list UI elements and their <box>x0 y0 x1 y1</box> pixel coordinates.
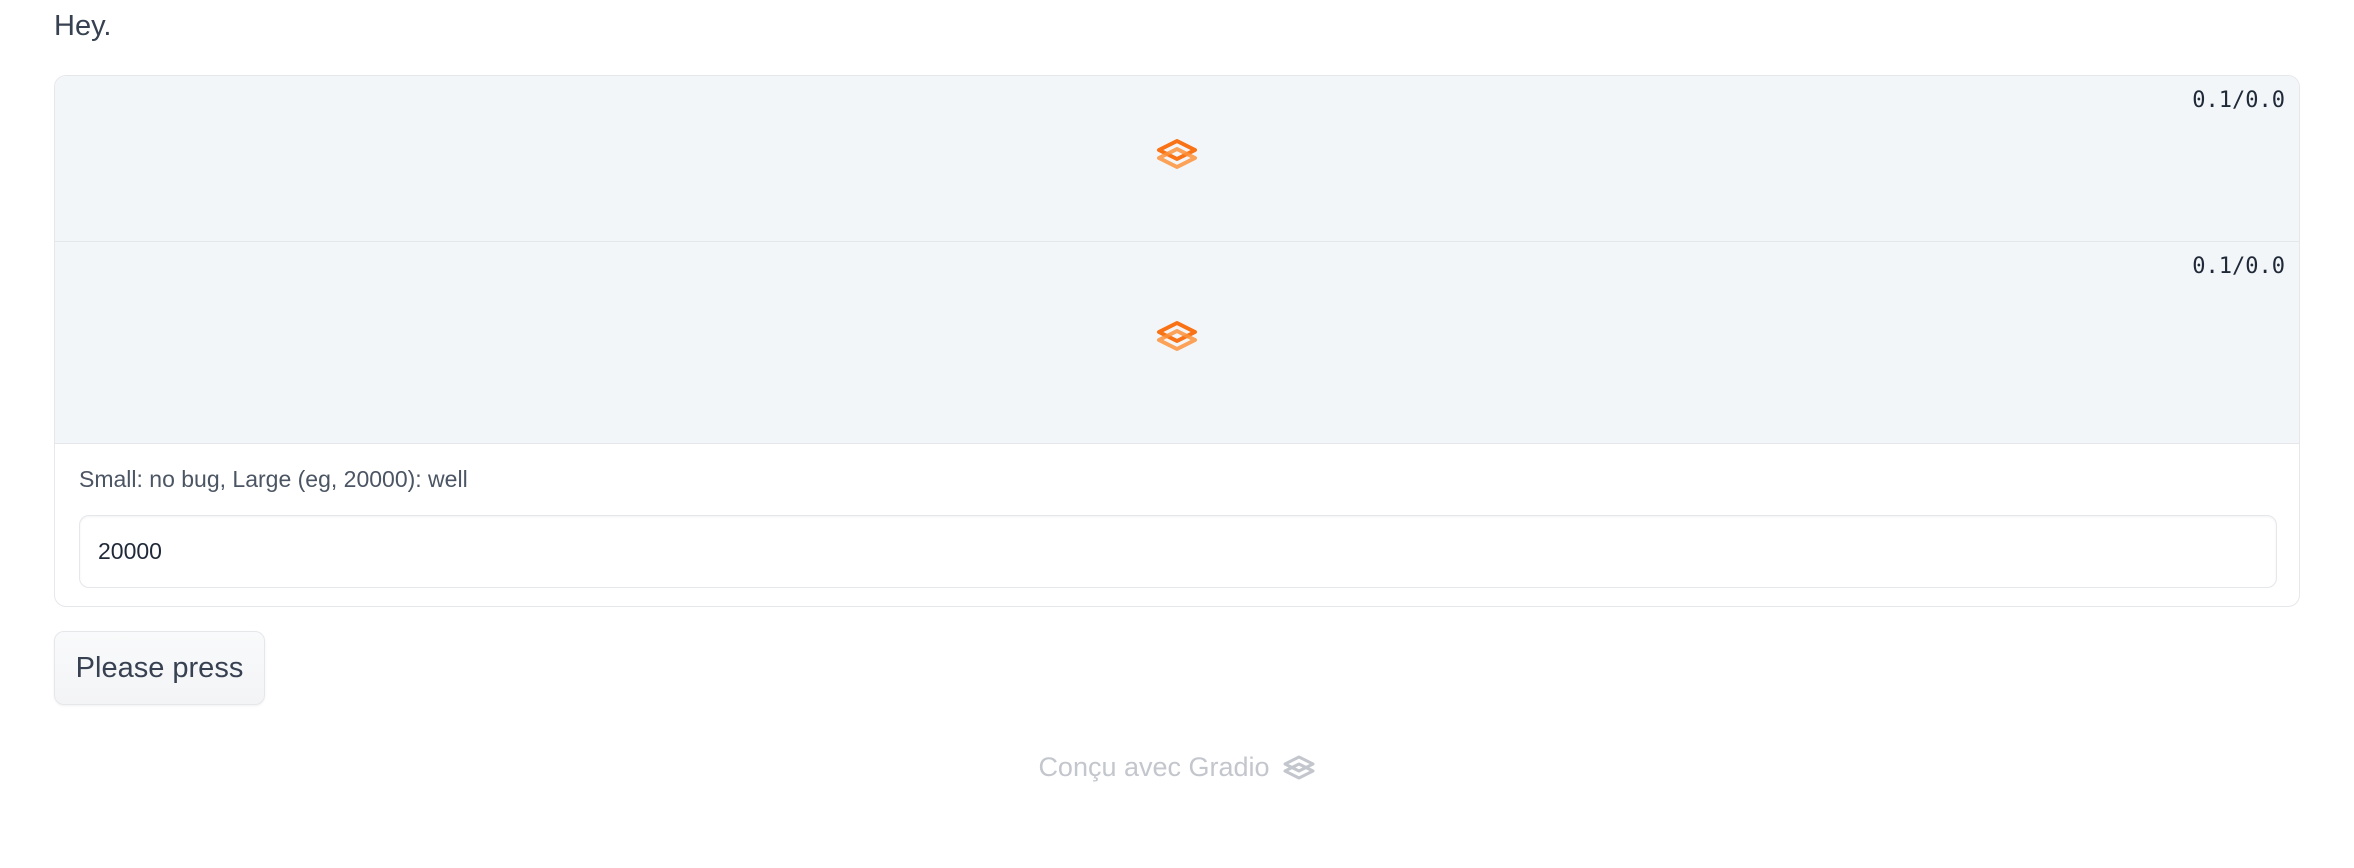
footer: Conçu avec Gradio <box>0 752 2354 783</box>
please-press-button[interactable]: Please press <box>54 631 265 705</box>
progress-text-1: 0.1/0.0 <box>2192 88 2285 113</box>
gradio-loader-icon <box>1157 139 1197 169</box>
footer-text[interactable]: Conçu avec Gradio <box>1038 752 1269 783</box>
main-panel: 0.1/0.0 0.1/0.0 Small: no bug, Large (eg… <box>54 75 2300 607</box>
intro-text: Hey. <box>54 10 112 42</box>
gradio-loader-icon <box>1157 321 1197 351</box>
input-label: Small: no bug, Large (eg, 20000): well <box>79 466 468 492</box>
gradio-logo-icon <box>1283 755 1315 779</box>
output-box-2: 0.1/0.0 <box>55 242 2299 444</box>
number-input[interactable] <box>79 515 2277 588</box>
progress-text-2: 0.1/0.0 <box>2192 254 2285 279</box>
output-box-1: 0.1/0.0 <box>55 76 2299 242</box>
